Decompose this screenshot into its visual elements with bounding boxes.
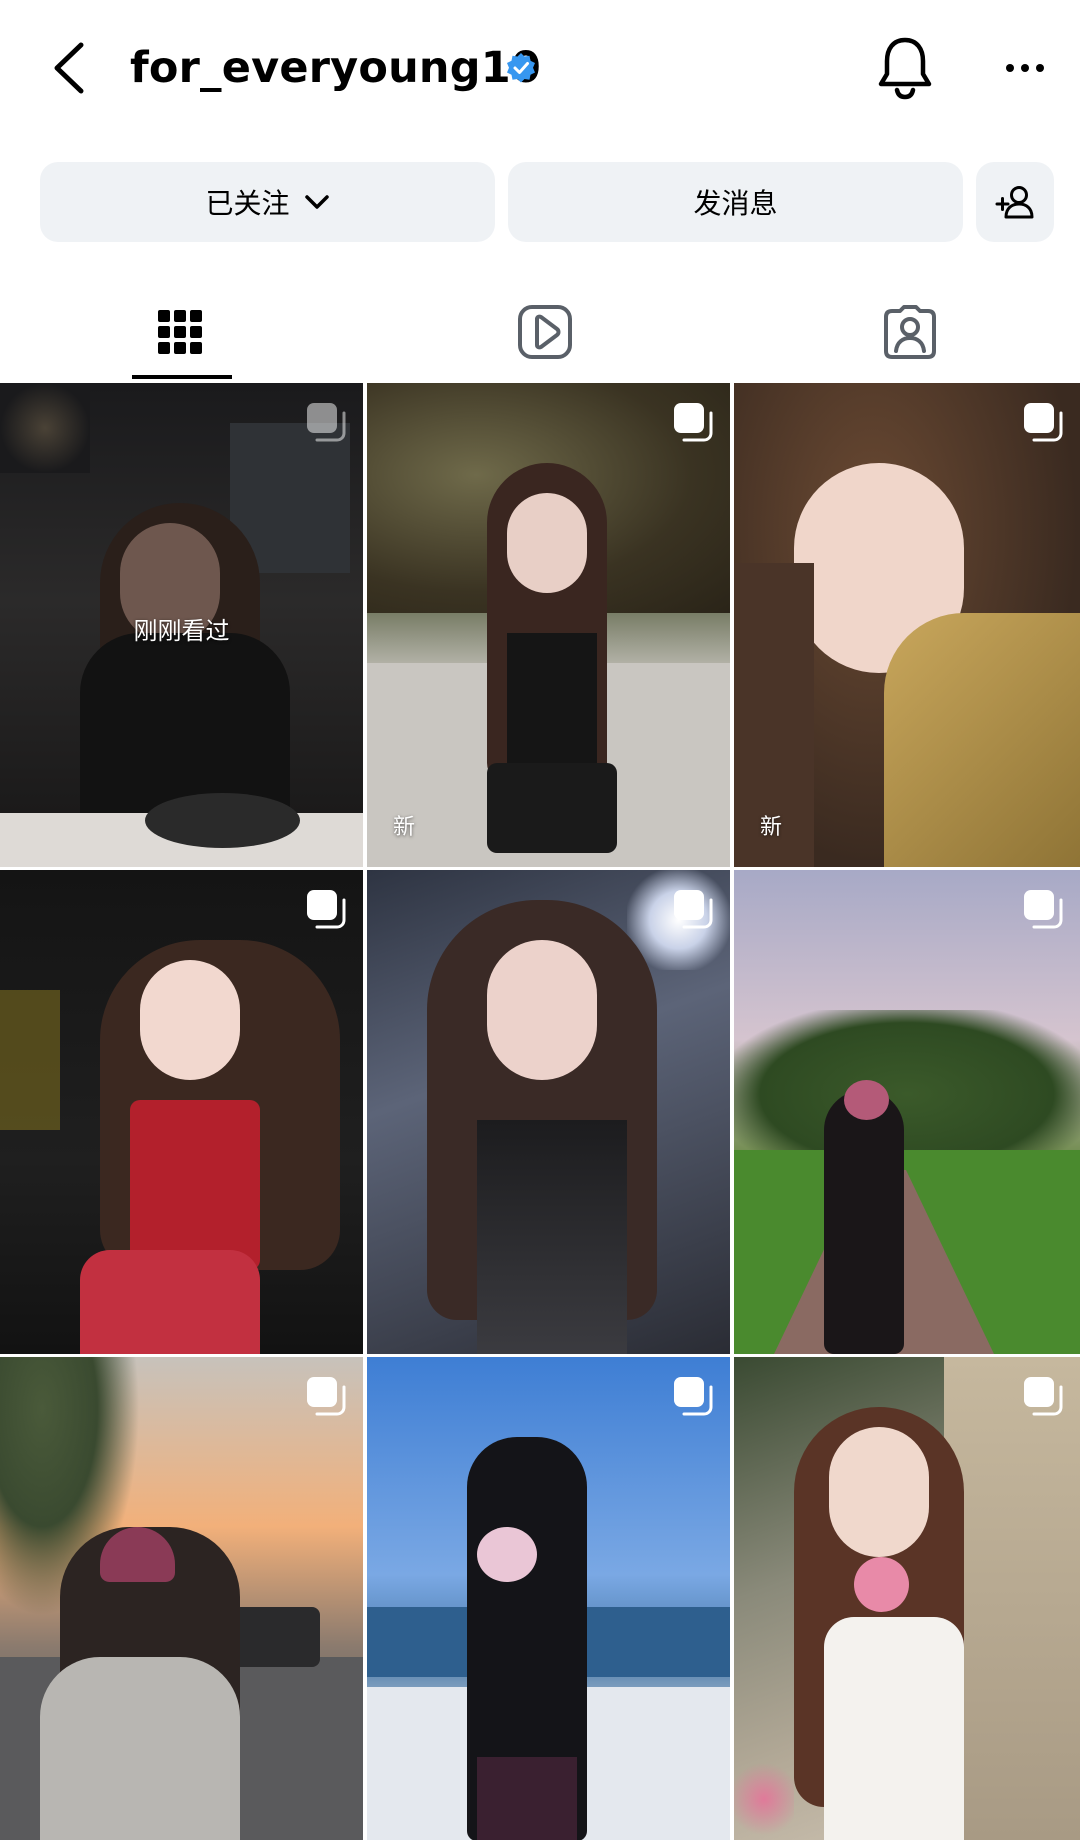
active-tab-indicator	[132, 375, 232, 379]
post-thumbnail[interactable]	[367, 870, 730, 1354]
multi-photo-icon	[305, 888, 347, 930]
post-thumbnail[interactable]: 新	[734, 383, 1080, 867]
profile-tabs	[0, 280, 1080, 384]
following-label: 已关注	[205, 187, 290, 220]
message-button[interactable]: 发消息	[508, 162, 963, 242]
bell-icon	[878, 37, 932, 100]
post-thumbnail[interactable]	[0, 1357, 363, 1840]
back-button[interactable]	[44, 38, 94, 98]
post-thumbnail[interactable]: 刚刚看过	[0, 383, 363, 867]
tagged-person-icon	[884, 305, 936, 359]
multi-photo-icon	[672, 401, 714, 443]
message-label: 发消息	[693, 187, 778, 220]
recently-viewed-label: 刚刚看过	[133, 617, 230, 645]
posts-grid: 刚刚看过 新 新	[0, 383, 1080, 1840]
chevron-down-icon	[304, 195, 329, 209]
multi-photo-icon	[305, 1375, 347, 1417]
multi-photo-icon	[1022, 401, 1064, 443]
post-thumbnail[interactable]: 新	[367, 383, 730, 867]
chevron-left-icon	[54, 42, 84, 94]
more-options-button[interactable]	[995, 48, 1055, 88]
suggest-friends-button[interactable]	[976, 162, 1054, 242]
profile-header: for_everyoung10	[0, 0, 1080, 140]
post-thumbnail[interactable]	[367, 1357, 730, 1840]
add-person-icon	[995, 186, 1034, 219]
reels-icon	[518, 305, 572, 359]
notification-bell-button[interactable]	[875, 34, 935, 102]
new-post-label: 新	[760, 815, 783, 840]
post-thumbnail[interactable]	[734, 870, 1080, 1354]
ellipsis-icon	[1006, 64, 1014, 72]
tab-posts[interactable]	[0, 280, 360, 384]
multi-photo-icon	[1022, 1375, 1064, 1417]
multi-photo-icon	[305, 401, 347, 443]
tab-reels[interactable]	[365, 280, 725, 384]
multi-photo-icon	[672, 1375, 714, 1417]
following-button[interactable]: 已关注	[40, 162, 495, 242]
post-thumbnail[interactable]	[734, 1357, 1080, 1840]
profile-actions: 已关注 发消息	[0, 162, 1080, 242]
new-post-label: 新	[393, 815, 416, 840]
verified-badge-icon	[507, 53, 535, 83]
grid-icon	[158, 310, 202, 354]
multi-photo-icon	[1022, 888, 1064, 930]
profile-username: for_everyoung10	[130, 43, 541, 93]
post-thumbnail[interactable]	[0, 870, 363, 1354]
tab-tagged[interactable]	[730, 280, 1080, 384]
multi-photo-icon	[672, 888, 714, 930]
